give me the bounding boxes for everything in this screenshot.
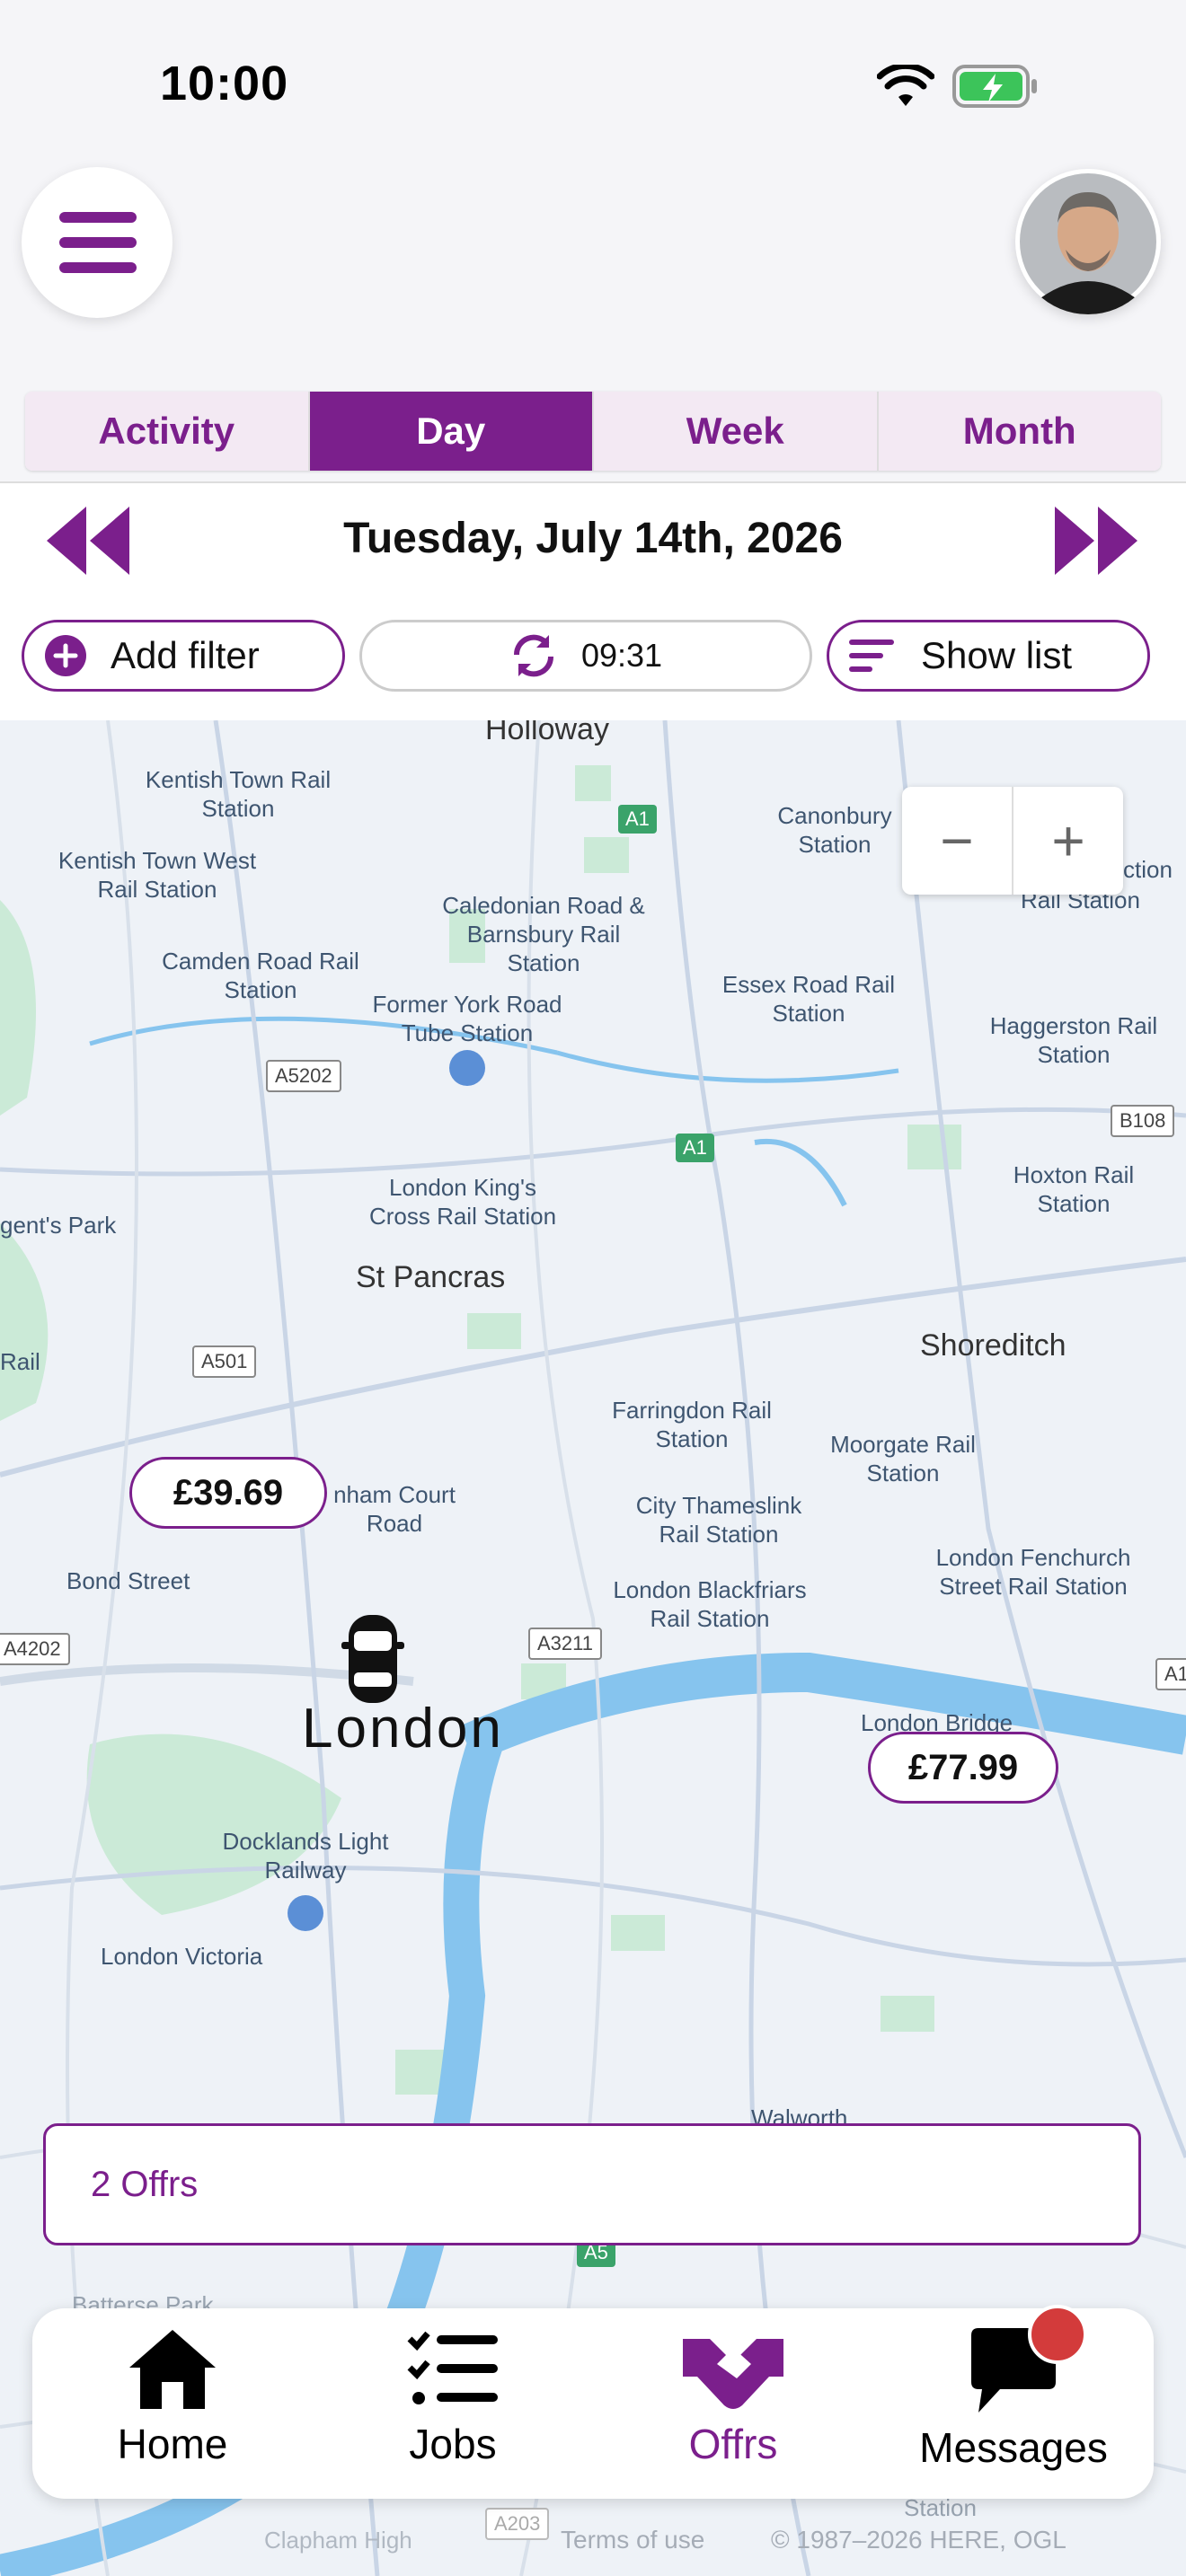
tab-week[interactable]: Week — [594, 392, 879, 471]
notification-badge — [1028, 2305, 1087, 2364]
menu-button[interactable] — [22, 167, 173, 318]
road-marker: A1 — [618, 805, 657, 834]
road-marker: A501 — [192, 1345, 257, 1378]
map-label: nham Court Road — [333, 1481, 456, 1537]
map-label: Clapham High — [264, 2527, 412, 2554]
wifi-icon — [876, 62, 935, 110]
filter-bar: Add filter 09:31 Show list — [0, 598, 1186, 722]
plus-circle-icon — [45, 635, 86, 676]
road-marker: A203 — [485, 2508, 550, 2540]
map-label: Bond Street — [66, 1567, 190, 1594]
map-label: Docklands Light Railway — [222, 1828, 389, 1883]
map-label: London Blackfriars Rail Station — [613, 1576, 807, 1632]
road-marker: A5202 — [266, 1060, 341, 1092]
refresh-time: 09:31 — [580, 637, 663, 674]
map-label: gent's Park — [0, 1212, 117, 1239]
map-label: Holloway — [485, 720, 609, 746]
nav-jobs[interactable]: Jobs — [313, 2308, 593, 2499]
tab-activity[interactable]: Activity — [25, 392, 310, 471]
nav-messages-label: Messages — [919, 2424, 1108, 2471]
map-label: Farringdon Rail Station — [612, 1397, 772, 1452]
offer-price-marker[interactable]: £77.99 — [868, 1732, 1058, 1804]
nav-jobs-label: Jobs — [409, 2421, 497, 2467]
add-filter-button[interactable]: Add filter — [22, 620, 345, 692]
road-marker: B108 — [1111, 1105, 1175, 1137]
menu-icon — [59, 212, 137, 223]
map-label: Hoxton Rail Station — [1013, 1161, 1135, 1217]
battery-icon — [952, 63, 1040, 111]
show-list-button[interactable]: Show list — [827, 620, 1150, 692]
offer-price-marker[interactable]: £39.69 — [129, 1457, 327, 1529]
map-label: Camden Road Rail Station — [162, 948, 359, 1003]
date-navigator: Tuesday, July 14th, 2026 — [0, 481, 1186, 600]
map-label: Rail — [0, 1348, 40, 1375]
map-label: Moorgate Rail Station — [830, 1431, 976, 1486]
terms-link[interactable]: Terms of use — [561, 2526, 704, 2554]
nav-offers-label: Offrs — [688, 2421, 778, 2467]
copyright: © 1987–2026 HERE, OGL — [771, 2526, 1067, 2554]
nav-home-label: Home — [117, 2421, 228, 2467]
checklist-icon — [407, 2331, 498, 2404]
profile-avatar[interactable] — [1015, 169, 1161, 314]
map-label: St Pancras — [356, 1260, 506, 1294]
map-label: Shoreditch — [920, 1328, 1067, 1363]
nav-home[interactable]: Home — [32, 2308, 313, 2499]
map-label: Canonbury Station — [777, 802, 892, 858]
add-filter-label: Add filter — [111, 634, 260, 676]
offers-summary-bar[interactable]: 2 Offrs — [43, 2123, 1141, 2245]
city-label: London — [302, 1698, 504, 1760]
map-view[interactable]: Holloway Kentish Town Rail Station Kenti… — [0, 720, 1186, 2576]
tab-day[interactable]: Day — [309, 392, 594, 471]
map-label: Caledonian Road & Barnsbury Rail Station — [442, 892, 645, 976]
map-label: City Thameslink Rail Station — [635, 1492, 802, 1548]
map-label: London Fenchurch Street Rail Station — [935, 1544, 1131, 1600]
map-label: Kentish Town West Rail Station — [58, 847, 257, 903]
car-icon — [341, 1610, 404, 1708]
bottom-navigation: Home Jobs Offrs Messages — [32, 2305, 1154, 2499]
list-icon — [849, 640, 894, 672]
tab-month[interactable]: Month — [878, 392, 1161, 471]
map-label: London Victoria — [101, 1943, 263, 1970]
status-time: 10:00 — [160, 57, 289, 110]
map-label: Essex Road Rail Station — [721, 971, 896, 1027]
road-marker: A1 — [1155, 1658, 1186, 1690]
road-marker: A4202 — [0, 1633, 70, 1665]
refresh-button[interactable]: 09:31 — [359, 620, 812, 692]
map-label: ction — [1123, 856, 1173, 883]
map-label: Haggerston Rail Station — [989, 1012, 1158, 1068]
period-tabs: Activity Day Week Month — [25, 392, 1161, 471]
next-day-button[interactable] — [1051, 503, 1141, 578]
road-marker: A3211 — [528, 1628, 602, 1660]
house-icon — [129, 2330, 216, 2409]
double-chevron-right-icon — [1055, 507, 1137, 575]
refresh-icon — [513, 634, 553, 677]
handshake-icon — [683, 2339, 783, 2409]
nav-messages[interactable]: Messages — [873, 2305, 1154, 2499]
road-marker: A1 — [676, 1134, 714, 1162]
zoom-control: − + — [902, 787, 1123, 895]
map-label: London King's Cross Rail Station — [368, 1174, 557, 1230]
current-date: Tuesday, July 14th, 2026 — [343, 515, 843, 562]
zoom-out-button[interactable]: − — [902, 787, 1013, 895]
zoom-in-button[interactable]: + — [1013, 787, 1123, 895]
nav-offers[interactable]: Offrs — [593, 2308, 873, 2499]
show-list-label: Show list — [921, 634, 1073, 676]
map-label: Kentish Town Rail Station — [145, 766, 332, 822]
map-label: Former York Road Tube Station — [372, 991, 562, 1046]
